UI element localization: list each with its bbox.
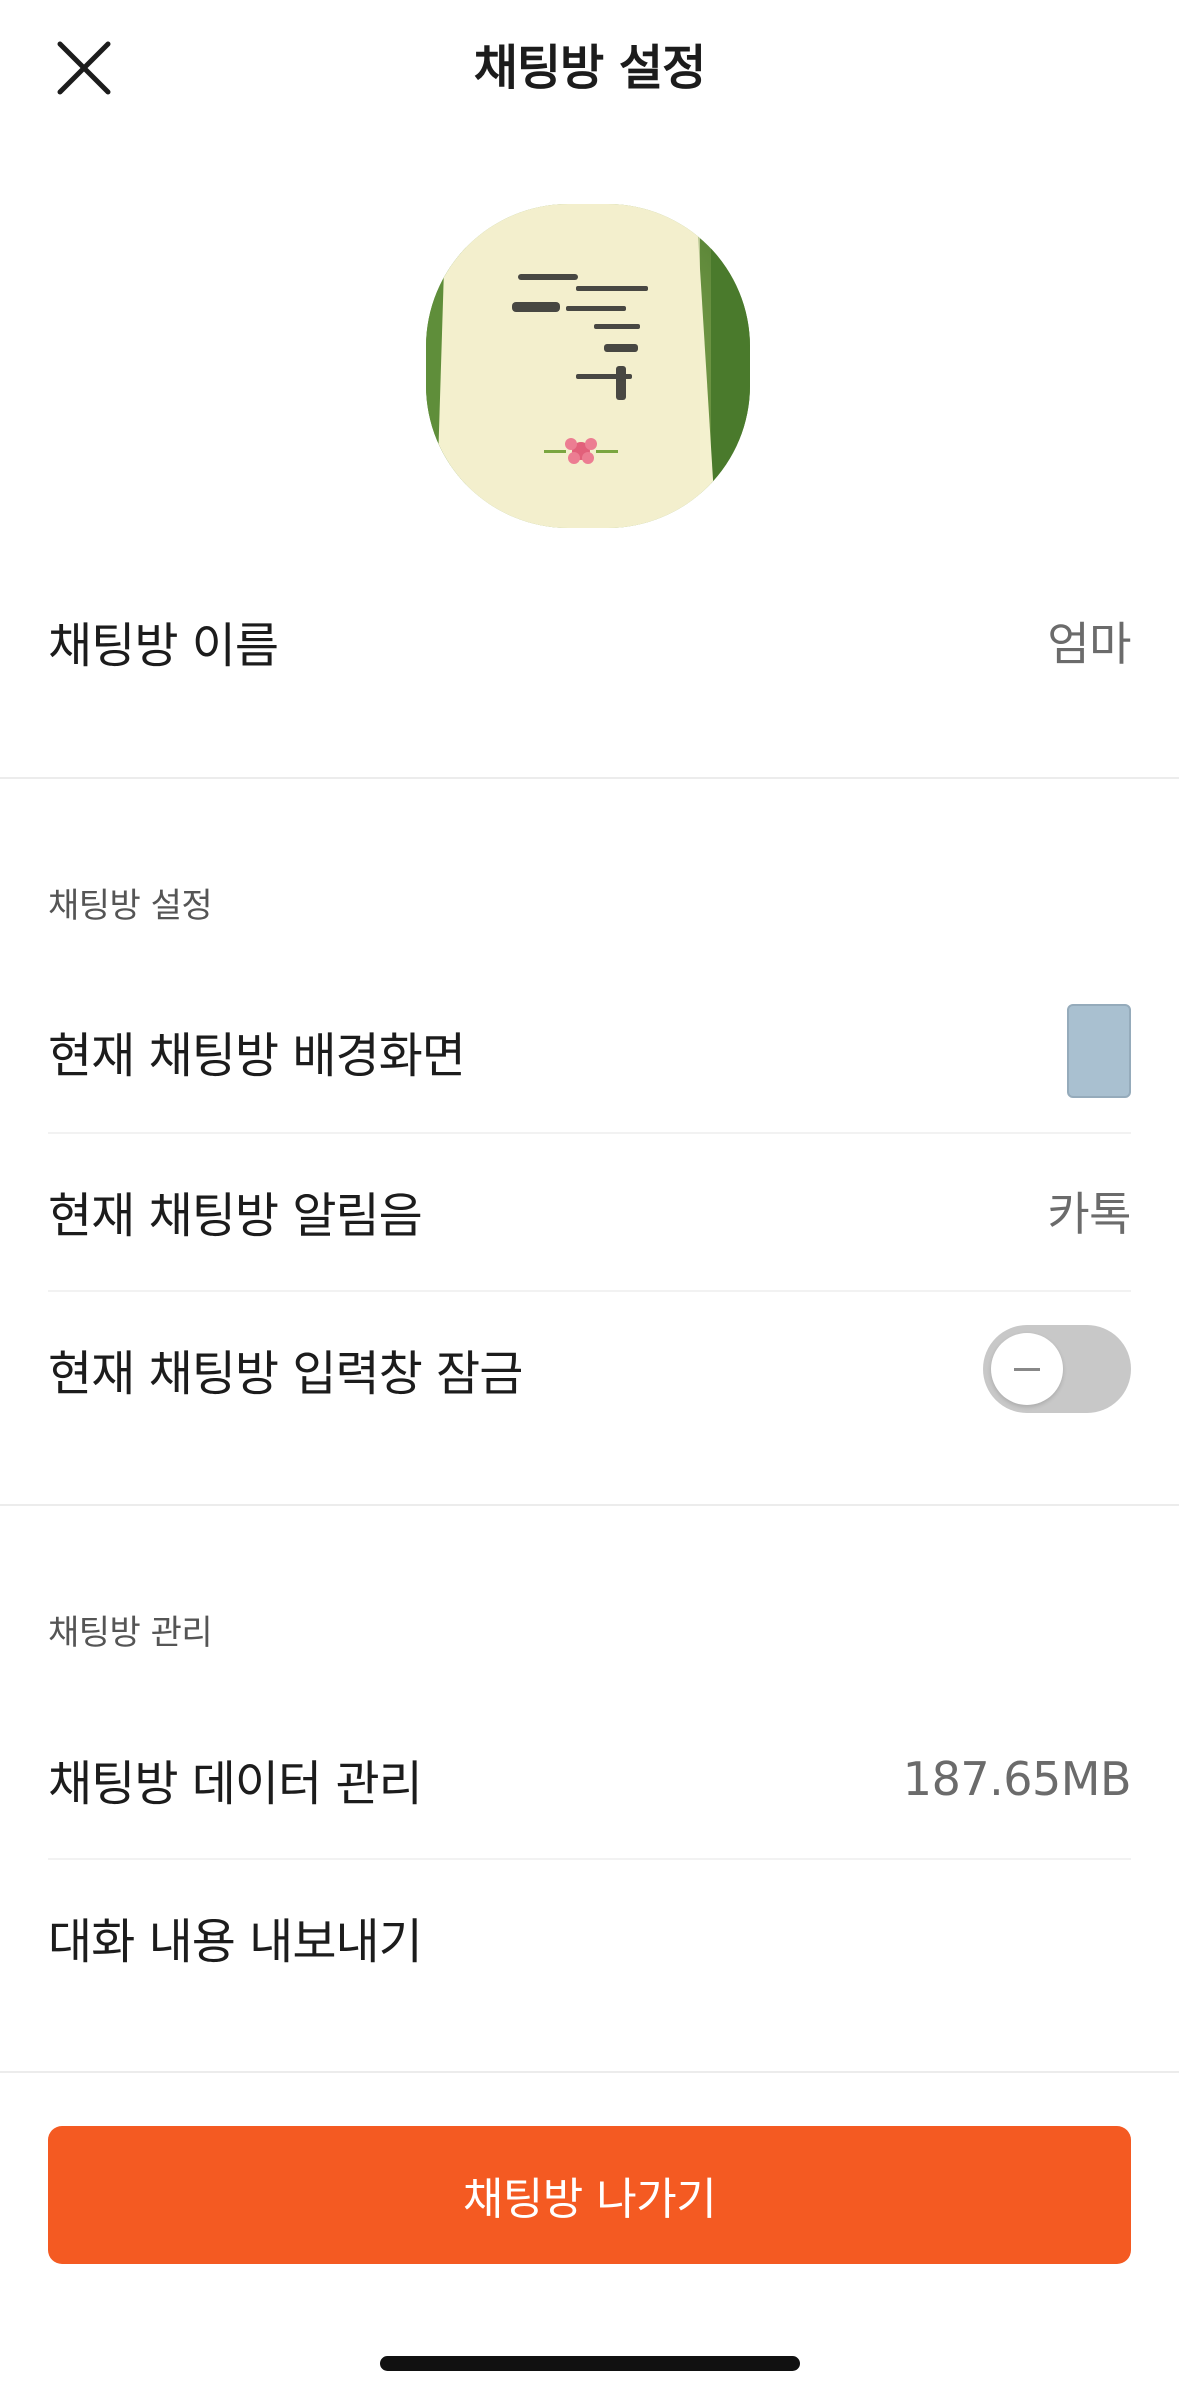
data-size-value: 187.65MB [902, 1752, 1132, 1806]
room-name-row[interactable]: 채팅방 이름 엄마 [48, 562, 1131, 720]
home-indicator[interactable] [380, 2356, 800, 2371]
input-lock-toggle[interactable] [983, 1325, 1131, 1413]
section-divider [0, 1504, 1179, 1506]
section-divider [0, 777, 1179, 779]
manage-section-header: 채팅방 관리 [48, 1613, 213, 1653]
minus-icon [1014, 1367, 1040, 1371]
room-name-label: 채팅방 이름 [48, 618, 279, 674]
export-chat-row[interactable]: 대화 내용 내보내기 [48, 1858, 1131, 2016]
header-bar: 채팅방 설정 [0, 0, 1179, 135]
notification-sound-label: 현재 채팅방 알림음 [48, 1188, 423, 1244]
wallpaper-thumbnail [1067, 1004, 1131, 1098]
notification-sound-value: 카톡 [1047, 1187, 1131, 1241]
page-title: 채팅방 설정 [473, 40, 707, 96]
toggle-knob [991, 1333, 1063, 1405]
room-name-value: 엄마 [1047, 617, 1131, 671]
data-management-row[interactable]: 채팅방 데이터 관리 187.65MB [48, 1700, 1132, 1858]
leave-room-button[interactable]: 채팅방 나가기 [48, 2126, 1131, 2264]
wallpaper-row[interactable]: 현재 채팅방 배경화면 [48, 972, 1131, 1130]
section-divider [0, 2071, 1179, 2073]
input-lock-label: 현재 채팅방 입력창 잠금 [48, 1346, 523, 1402]
data-management-label: 채팅방 데이터 관리 [48, 1756, 423, 1812]
notification-sound-row[interactable]: 현재 채팅방 알림음 카톡 [48, 1132, 1131, 1290]
export-chat-label: 대화 내용 내보내기 [48, 1914, 423, 1970]
settings-section-header: 채팅방 설정 [48, 886, 213, 926]
wallpaper-label: 현재 채팅방 배경화면 [48, 1028, 466, 1084]
room-profile-image[interactable] [426, 204, 750, 528]
input-lock-row: 현재 채팅방 입력창 잠금 [48, 1290, 1131, 1448]
